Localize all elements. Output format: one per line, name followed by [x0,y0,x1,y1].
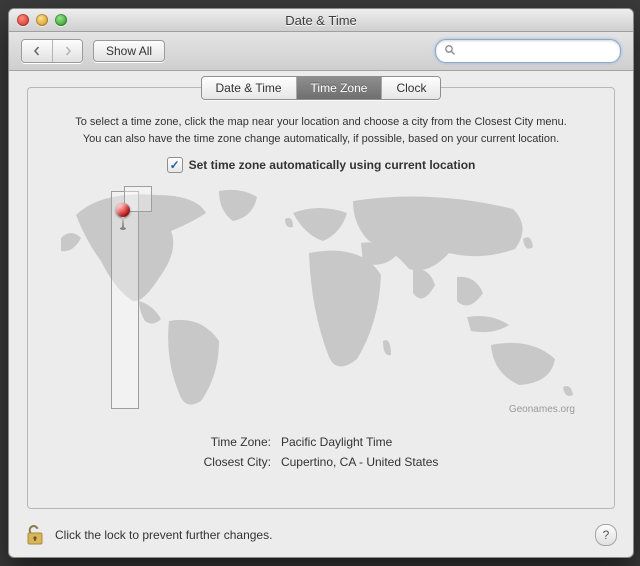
info-row-city: Closest City: Cupertino, CA - United Sta… [200,453,443,471]
forward-button[interactable] [52,40,82,62]
tab-time-zone[interactable]: Time Zone [296,77,382,99]
auto-timezone-label: Set time zone automatically using curren… [189,158,476,172]
tab-date-time[interactable]: Date & Time [202,77,296,99]
content-panel: Date & Time Time Zone Clock To select a … [27,87,615,509]
closest-city-value: Cupertino, CA - United States [277,453,442,471]
pin-shadow-icon [120,227,126,230]
search-icon [444,44,456,59]
closest-city-key: Closest City: [200,453,275,471]
pin-head-icon [116,203,130,217]
toolbar: Show All [9,32,633,71]
tab-bar: Date & Time Time Zone Clock [28,76,614,100]
help-button[interactable]: ? [595,524,617,546]
pin-stem-icon [122,217,124,227]
auto-timezone-row: ✓ Set time zone automatically using curr… [52,157,590,173]
back-button[interactable] [22,40,52,62]
unlock-icon [25,523,45,547]
tab-clock[interactable]: Clock [381,77,440,99]
lock-button[interactable] [25,523,45,547]
titlebar: Date & Time [9,9,633,32]
window-title: Date & Time [9,13,633,28]
map-attribution: Geonames.org [509,404,575,415]
instruction-line-2: You can also have the time zone change a… [52,131,590,148]
prefs-window: Date & Time Show All Date & Time Time Zo… [8,8,634,558]
timezone-key: Time Zone: [200,433,275,451]
nav-back-forward [21,39,83,63]
instruction-text: To select a time zone, click the map nea… [52,114,590,147]
lock-text: Click the lock to prevent further change… [55,528,272,542]
footer: Click the lock to prevent further change… [9,513,633,557]
search-input[interactable] [460,43,619,59]
timezone-value: Pacific Daylight Time [277,433,442,451]
instruction-line-1: To select a time zone, click the map nea… [52,114,590,131]
auto-timezone-checkbox[interactable]: ✓ [167,157,183,173]
world-map[interactable]: Geonames.org [61,183,581,419]
chevron-left-icon [32,46,42,56]
timezone-info: Time Zone: Pacific Daylight Time Closest… [198,431,445,473]
show-all-button[interactable]: Show All [93,40,165,62]
chevron-right-icon [63,46,73,56]
location-pin[interactable] [116,203,130,230]
info-row-timezone: Time Zone: Pacific Daylight Time [200,433,443,451]
search-field-wrap[interactable] [435,39,621,63]
world-map-svg [61,183,581,419]
